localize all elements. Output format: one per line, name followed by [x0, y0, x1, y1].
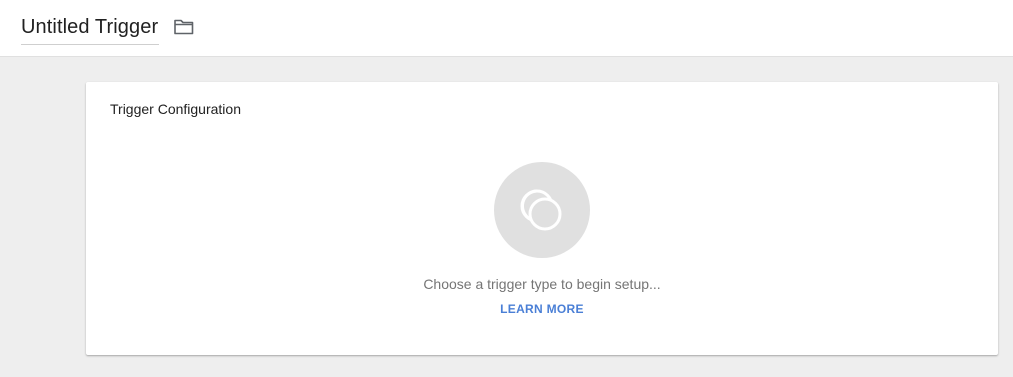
folder-icon[interactable] [173, 18, 195, 36]
trigger-configuration-card: Trigger Configuration Choose a trigger t… [86, 82, 998, 355]
learn-more-link[interactable]: LEARN MORE [500, 302, 584, 316]
trigger-name-field[interactable]: Untitled Trigger [21, 14, 160, 45]
page-header: Untitled Trigger [0, 0, 1013, 57]
trigger-name[interactable]: Untitled Trigger [21, 14, 159, 40]
setup-prompt: Choose a trigger type to begin setup... [423, 276, 661, 292]
trigger-type-placeholder-icon [520, 189, 562, 231]
choose-trigger-type-button[interactable] [494, 162, 590, 258]
card-title: Trigger Configuration [110, 101, 241, 117]
